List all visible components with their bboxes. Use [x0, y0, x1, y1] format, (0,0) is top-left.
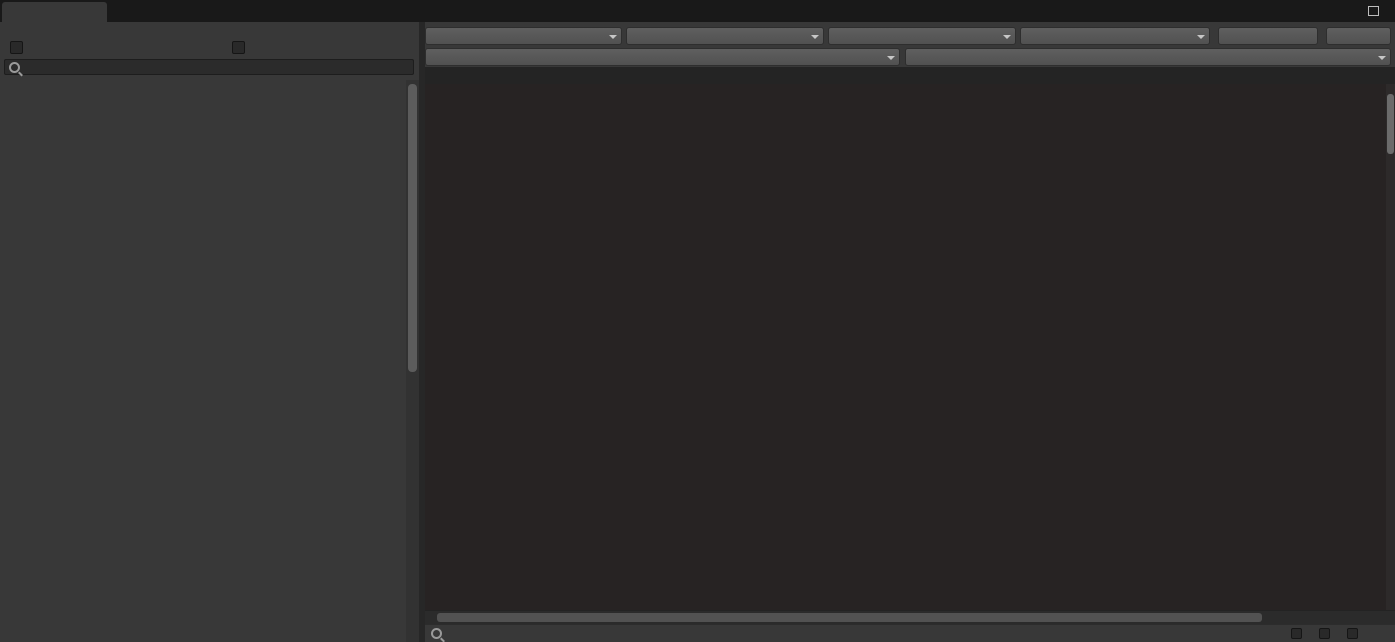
chevron-down-icon: [811, 35, 819, 43]
chevron-down-icon: [887, 56, 895, 64]
scrollbar-thumb[interactable]: [437, 613, 1262, 622]
match-case-toggle[interactable]: [1291, 628, 1307, 639]
chevron-down-icon: [1378, 56, 1386, 64]
safety-check-dropdown[interactable]: [626, 27, 824, 45]
targets-search-input[interactable]: [25, 60, 409, 76]
branch-flow-dropdown[interactable]: [425, 48, 900, 66]
code-horizontal-scrollbar[interactable]: [425, 610, 1395, 624]
checkbox[interactable]: [232, 41, 245, 54]
window-controls: [1358, 0, 1389, 22]
font-size-dropdown[interactable]: [1020, 27, 1210, 45]
expand-all-button[interactable]: [1326, 27, 1391, 45]
search-icon: [9, 62, 20, 73]
inspector-panel: [425, 22, 1395, 642]
find-input[interactable]: [449, 626, 1073, 642]
checkbox[interactable]: [1347, 628, 1358, 639]
show-unity-namespace-toggle[interactable]: [10, 41, 28, 54]
checkbox[interactable]: [1291, 628, 1302, 639]
focus-on-code-button[interactable]: [1218, 27, 1318, 45]
toolbar-row-2: [425, 48, 1395, 66]
simd-highlight-dropdown[interactable]: [905, 48, 1391, 66]
show-generated-toggle[interactable]: [232, 41, 250, 54]
debug-info-dropdown[interactable]: [425, 27, 622, 45]
burst-inspector-window: [0, 0, 1395, 642]
scrollbar-thumb[interactable]: [1387, 94, 1394, 154]
chevron-down-icon: [1003, 35, 1011, 43]
find-bar: [425, 624, 1395, 642]
regex-toggle[interactable]: [1347, 628, 1363, 639]
chevron-down-icon: [609, 35, 617, 43]
chevron-down-icon: [1197, 35, 1205, 43]
tree-scrollbar[interactable]: [406, 80, 419, 642]
checkbox[interactable]: [10, 41, 23, 54]
whole-words-toggle[interactable]: [1319, 628, 1335, 639]
compile-targets-tree: [0, 80, 406, 642]
scrollbar-thumb[interactable]: [408, 84, 417, 372]
window-titlebar: [0, 0, 1395, 22]
toolbar-row-1: [425, 27, 1395, 45]
target-dropdown[interactable]: [828, 27, 1016, 45]
checkbox[interactable]: [1319, 628, 1330, 639]
search-icon: [431, 628, 442, 639]
compile-targets-panel: [0, 22, 420, 642]
targets-search-field[interactable]: [4, 59, 414, 75]
maximize-icon[interactable]: [1368, 6, 1379, 16]
view-tabs: [425, 67, 1395, 84]
window-tab[interactable]: [2, 2, 107, 22]
code-vertical-scrollbar[interactable]: [1386, 84, 1395, 610]
branch-flow-arrows: [425, 84, 1386, 610]
find-options: [1291, 625, 1387, 642]
assembly-code-view[interactable]: [425, 84, 1386, 610]
